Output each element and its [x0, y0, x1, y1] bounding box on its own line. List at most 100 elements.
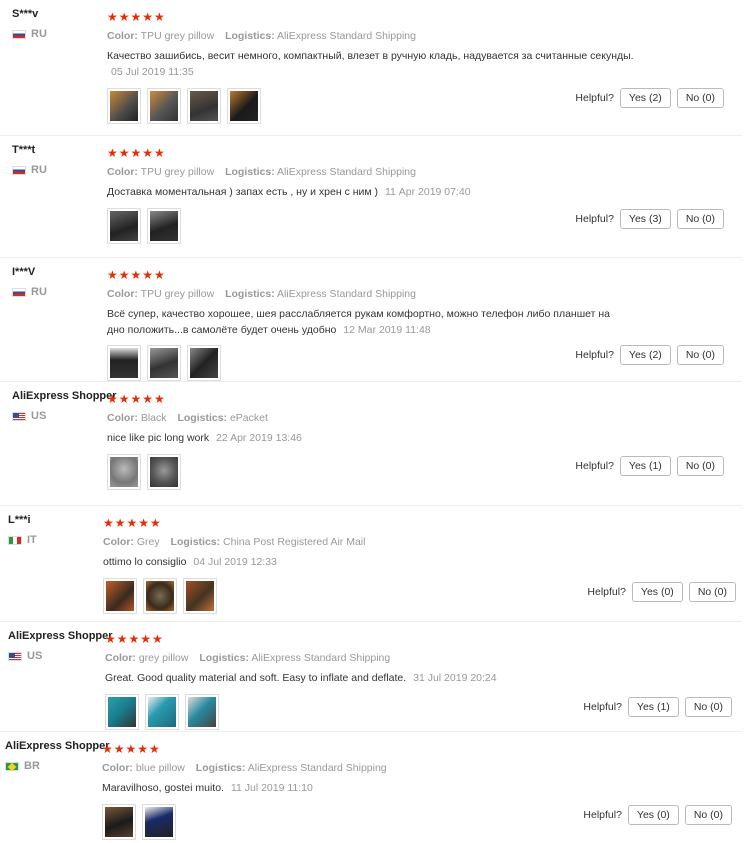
helpful-controls: Helpful? Yes (1) No (0): [575, 456, 724, 476]
flag-ru-icon: [12, 29, 26, 39]
reviewer-country: IT: [8, 534, 37, 546]
flag-ru-icon: [12, 287, 26, 297]
review-date: 31 Jul 2019 20:24: [413, 672, 497, 684]
flag-us-icon: [12, 411, 26, 421]
review-photos: [107, 345, 647, 381]
review-date: 11 Jul 2019 11:10: [230, 782, 313, 794]
rating-stars: ★★★★★: [105, 632, 164, 646]
review-item: L***i IT ★★★★★ Color: Grey Logistics: Ch…: [0, 506, 742, 622]
reviewer-country: RU: [12, 164, 47, 176]
review-item: AliExpress Shopper US ★★★★★ Color: Black…: [0, 382, 742, 506]
review-meta: Color: Black Logistics: ePacket: [107, 412, 268, 424]
helpful-yes-button[interactable]: Yes (0): [627, 805, 679, 825]
helpful-yes-button[interactable]: Yes (2): [619, 345, 671, 365]
helpful-no-button[interactable]: No (0): [676, 345, 724, 365]
reviewer-country: US: [12, 410, 46, 422]
helpful-label: Helpful?: [587, 586, 626, 598]
helpful-yes-button[interactable]: Yes (1): [619, 456, 671, 476]
helpful-no-button[interactable]: No (0): [676, 88, 724, 108]
review-photos: [103, 578, 643, 614]
review-meta: Color: TPU grey pillow Logistics: AliExp…: [107, 166, 416, 178]
flag-ru-icon: [12, 165, 26, 175]
review-meta: Color: grey pillow Logistics: AliExpress…: [105, 652, 391, 664]
reviewer-country: BR: [5, 760, 40, 772]
flag-it-icon: [8, 535, 22, 545]
helpful-controls: Helpful? Yes (0) No (0): [587, 582, 736, 602]
review-photo[interactable]: [147, 345, 181, 381]
helpful-controls: Helpful? Yes (1) No (0): [583, 697, 732, 717]
helpful-no-button[interactable]: No (0): [684, 805, 732, 825]
reviewer-name: I***V: [12, 266, 36, 278]
reviewer-name: T***t: [12, 144, 36, 156]
review-photo[interactable]: [145, 694, 179, 730]
helpful-yes-button[interactable]: Yes (1): [627, 697, 679, 717]
review-photo[interactable]: [147, 454, 181, 490]
review-photos: [107, 208, 647, 244]
helpful-label: Helpful?: [583, 809, 622, 821]
helpful-no-button[interactable]: No (0): [688, 582, 736, 602]
helpful-label: Helpful?: [575, 92, 614, 104]
flag-br-icon: [5, 761, 19, 771]
review-photo[interactable]: [187, 88, 221, 124]
review-text: ottimo lo consiglio 04 Jul 2019 12:33: [103, 556, 277, 568]
reviewer-name: S***v: [12, 8, 39, 20]
review-content: ★★★★★ Color: TPU grey pillow Logistics: …: [107, 146, 647, 244]
rating-stars: ★★★★★: [107, 392, 166, 406]
review-date: 04 Jul 2019 12:33: [193, 556, 277, 568]
review-item: AliExpress Shopper US ★★★★★ Color: grey …: [0, 622, 742, 732]
review-text: nice like pic long work 22 Apr 2019 13:4…: [107, 432, 302, 444]
rating-stars: ★★★★★: [103, 516, 162, 530]
review-photo[interactable]: [183, 578, 217, 614]
helpful-controls: Helpful? Yes (3) No (0): [575, 209, 724, 229]
helpful-label: Helpful?: [575, 349, 614, 361]
review-content: ★★★★★ Color: TPU grey pillow Logistics: …: [107, 268, 647, 381]
rating-stars: ★★★★★: [107, 10, 166, 24]
review-photo[interactable]: [107, 345, 141, 381]
review-photos: [107, 88, 647, 124]
helpful-yes-button[interactable]: Yes (0): [631, 582, 683, 602]
rating-stars: ★★★★★: [107, 268, 166, 282]
review-photo[interactable]: [107, 454, 141, 490]
review-text: Всё супер, качество хорошее, шея расслаб…: [107, 308, 610, 336]
review-photo[interactable]: [147, 208, 181, 244]
helpful-no-button[interactable]: No (0): [676, 209, 724, 229]
review-photo[interactable]: [142, 804, 176, 840]
review-date: 12 Mar 2019 11:48: [343, 324, 431, 336]
review-photos: [107, 454, 647, 490]
review-item: T***t RU ★★★★★ Color: TPU grey pillow Lo…: [0, 136, 742, 258]
reviewer-name: AliExpress Shopper: [5, 740, 110, 752]
review-photos: [102, 804, 642, 840]
helpful-no-button[interactable]: No (0): [676, 456, 724, 476]
review-photo[interactable]: [107, 88, 141, 124]
review-photo[interactable]: [102, 804, 136, 840]
helpful-no-button[interactable]: No (0): [684, 697, 732, 717]
review-photo[interactable]: [107, 208, 141, 244]
helpful-yes-button[interactable]: Yes (2): [619, 88, 671, 108]
review-photo[interactable]: [227, 88, 261, 124]
helpful-controls: Helpful? Yes (0) No (0): [583, 805, 732, 825]
review-date: 22 Apr 2019 13:46: [216, 432, 302, 444]
reviewer-name: L***i: [8, 514, 31, 526]
reviewer-country: RU: [12, 28, 47, 40]
helpful-yes-button[interactable]: Yes (3): [619, 209, 671, 229]
helpful-controls: Helpful? Yes (2) No (0): [575, 345, 724, 365]
review-text: Great. Good quality material and soft. E…: [105, 672, 497, 684]
rating-stars: ★★★★★: [102, 742, 161, 756]
review-photos: [105, 694, 645, 730]
review-content: ★★★★★ Color: Grey Logistics: China Post …: [103, 516, 643, 614]
review-text: Доставка моментальная ) запах есть , ну …: [107, 186, 471, 198]
review-photo[interactable]: [187, 345, 221, 381]
helpful-controls: Helpful? Yes (2) No (0): [575, 88, 724, 108]
review-photo[interactable]: [143, 578, 177, 614]
review-content: ★★★★★ Color: blue pillow Logistics: AliE…: [102, 742, 642, 840]
review-photo[interactable]: [147, 88, 181, 124]
rating-stars: ★★★★★: [107, 146, 166, 160]
review-text: Maravilhoso, gostei muito. 11 Jul 2019 1…: [102, 782, 313, 794]
review-photo[interactable]: [105, 694, 139, 730]
reviewer-country: US: [8, 650, 42, 662]
review-photo[interactable]: [185, 694, 219, 730]
review-photo[interactable]: [103, 578, 137, 614]
reviewer-name: AliExpress Shopper: [12, 390, 117, 402]
review-content: ★★★★★ Color: TPU grey pillow Logistics: …: [107, 10, 647, 124]
review-meta: Color: Grey Logistics: China Post Regist…: [103, 536, 366, 548]
